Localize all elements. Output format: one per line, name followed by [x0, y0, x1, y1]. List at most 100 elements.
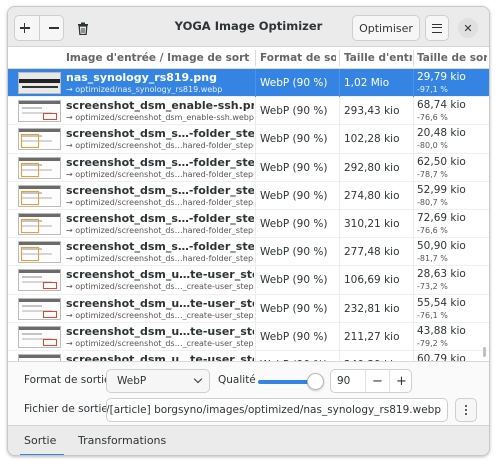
table-row[interactable]: screenshot_dsm_u…te-user_step-2.png→ opt…: [8, 294, 489, 323]
column-separator: [339, 50, 340, 66]
input-file-name: screenshot_dsm_u…te-user_step-1.png: [66, 268, 254, 282]
column-separator: [413, 210, 414, 238]
table-row[interactable]: screenshot_dsm_u…te-user_step-3.png→ opt…: [8, 322, 489, 351]
optimise-button[interactable]: Optimiser: [352, 15, 420, 41]
column-separator: [255, 181, 256, 210]
column-separator: [255, 210, 256, 238]
size-reduction-percent: -79,2 %: [417, 338, 448, 348]
table-row[interactable]: screenshot_dsm_s…-folder_step-3.png→ opt…: [8, 181, 489, 210]
output-file-name: → optimized/screenshot_ds…hared-folder_s…: [66, 169, 254, 179]
input-file-name: screenshot_dsm_s…-folder_step-2.png: [66, 155, 254, 169]
column-separator: [413, 322, 414, 351]
thumbnail-detail: [22, 86, 58, 88]
thumbnail-detail: [43, 113, 57, 121]
output-file-options-button[interactable]: [455, 398, 477, 422]
output-format-cell: WebP (90 %): [260, 105, 328, 118]
thumbnail-detail: [19, 355, 60, 358]
table-row[interactable]: screenshot_dsm_s…-folder_step-1.png→ opt…: [8, 125, 489, 154]
table-row[interactable]: screenshot_dsm_enable-ssh.png → optimized…: [8, 97, 489, 126]
column-separator: [255, 351, 256, 361]
main-menu-button[interactable]: [425, 15, 449, 41]
size-reduction-percent: -97,1 %: [417, 85, 448, 94]
output-file-name: → optimized/screenshot_ds…_create-user_s…: [66, 282, 254, 292]
table-row[interactable]: screenshot_dsm_s…-folder_step-4.png→ opt…: [8, 210, 489, 239]
column-header-format[interactable]: Format de sortie: [260, 52, 336, 64]
column-separator: [413, 238, 414, 267]
column-header-image[interactable]: Image d'entrée / Image de sortie: [66, 52, 250, 64]
column-separator: [413, 50, 414, 66]
column-separator: [255, 294, 256, 323]
column-separator: [339, 125, 340, 154]
scroll-indicator[interactable]: [483, 347, 486, 357]
image-thumbnail: [18, 213, 61, 235]
table-row[interactable]: screenshot_dsm_u…te-user_step-4.pngWebP …: [8, 351, 489, 361]
column-separator: [339, 266, 340, 295]
input-file-name: screenshot_dsm_u…te-user_step-2.png: [66, 296, 254, 310]
output-file-field[interactable]: 'in-progress/[article] borgsyno/images/o…: [106, 398, 448, 422]
column-separator: [339, 210, 340, 238]
input-size-cell: 106,69 kio: [344, 274, 400, 287]
output-size-cell: 29,79 kio: [417, 71, 466, 83]
image-thumbnail: [18, 72, 61, 94]
thumbnail-detail: [22, 107, 42, 110]
size-reduction-percent: -76,1 %: [417, 310, 448, 320]
tab-transformations[interactable]: Transformations: [78, 434, 166, 447]
output-size-cell: 43,88 kio: [417, 324, 466, 337]
output-file-label: Fichier de sortie: [24, 403, 108, 415]
quality-spinbutton[interactable]: 90 − +: [330, 369, 412, 393]
output-format-cell: WebP (90 %): [260, 302, 328, 315]
column-separator: [413, 69, 414, 97]
output-file-name: → optimized/screenshot_ds…hared-folder_s…: [66, 254, 254, 264]
image-thumbnail: [18, 297, 61, 320]
thumbnail-detail: [19, 157, 60, 161]
column-header-input-size[interactable]: Taille d'entrée: [344, 52, 412, 64]
output-format-cell: WebP (90 %): [260, 218, 328, 230]
format-dropdown-value: WebP: [117, 375, 147, 387]
quality-decrement-button[interactable]: −: [365, 370, 389, 392]
table-row[interactable]: screenshot_dsm_s…-folder_step-5.png→ opt…: [8, 238, 489, 267]
tab-output[interactable]: Sortie: [24, 434, 56, 447]
quality-increment-button[interactable]: +: [389, 370, 413, 392]
output-format-cell: WebP (90 %): [260, 330, 328, 343]
output-settings-panel: Format de sortie WebP Qualité 90 − + Fic…: [8, 361, 489, 425]
column-separator: [339, 238, 340, 267]
dot: [465, 413, 467, 415]
thumbnail-detail: [19, 79, 60, 83]
column-separator: [413, 153, 414, 182]
column-separator: [413, 97, 414, 126]
input-file-name: screenshot_dsm_u…te-user_step-3.png: [66, 324, 254, 338]
output-size-cell: 20,48 kio: [417, 127, 466, 140]
column-separator: [339, 181, 340, 210]
table-header: Image d'entrée / Image de sortie Format …: [8, 47, 489, 69]
quality-slider-handle[interactable]: [307, 373, 324, 390]
input-file-name: screenshot_dsm_s…-folder_step-1.png: [66, 127, 254, 141]
input-size-cell: 292,80 kio: [344, 161, 400, 174]
thumbnail-detail: [21, 247, 39, 262]
input-size-cell: 274,80 kio: [344, 189, 400, 202]
thumbnail-detail: [19, 185, 60, 189]
column-separator: [255, 50, 256, 66]
hamburger-icon: [432, 23, 442, 33]
output-file-name: → optimized/screenshot_ds…_create-user_s…: [66, 338, 254, 348]
output-size-cell: 52,99 kio: [417, 183, 466, 196]
table-row[interactable]: nas_synology_rs819.png → optimized/nas_sy…: [8, 69, 489, 98]
quality-value[interactable]: 90: [337, 375, 350, 387]
output-format-cell: WebP (90 %): [260, 161, 328, 174]
column-separator: [255, 266, 256, 295]
thumbnail-detail: [19, 270, 60, 274]
output-format-cell: WebP (90 %): [260, 274, 328, 287]
image-thumbnail: [18, 156, 61, 179]
column-separator: [413, 181, 414, 210]
table-row[interactable]: screenshot_dsm_s…-folder_step-2.png→ opt…: [8, 153, 489, 182]
input-size-cell: 293,43 kio: [344, 105, 400, 118]
close-button[interactable]: ✕: [455, 15, 481, 41]
format-dropdown[interactable]: WebP: [106, 369, 210, 393]
column-separator: [413, 351, 414, 361]
input-size-cell: 232,81 kio: [344, 302, 400, 315]
table-row[interactable]: screenshot_dsm_u…te-user_step-1.png→ opt…: [8, 266, 489, 295]
thumbnail-detail: [19, 101, 60, 105]
thumbnail-detail: [21, 190, 39, 205]
column-header-output-size[interactable]: Taille de sortie: [417, 52, 487, 64]
input-file-name: nas_synology_rs819.png: [66, 71, 217, 84]
thumbnail-detail: [22, 276, 42, 279]
